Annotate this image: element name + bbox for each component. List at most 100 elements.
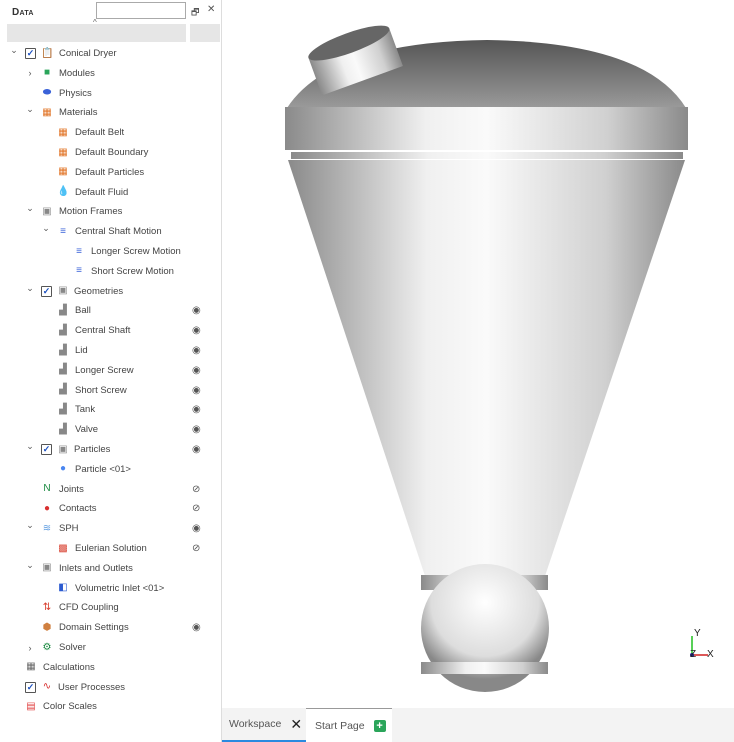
tab-start-page[interactable]: Start Page +: [306, 708, 392, 742]
material-icon: ▦: [58, 146, 68, 158]
tree-item[interactable]: ▦ Default Belt: [0, 123, 220, 142]
geometry-icon: ▟: [59, 364, 67, 376]
tree-item[interactable]: ⌄ ▣ Inlets and Outlets: [0, 559, 220, 578]
tab-bar: Workspace ✕ Start Page +: [222, 708, 734, 742]
user-processes-icon: ∿: [42, 681, 52, 693]
tree-item[interactable]: ⇅ CFD Coupling: [0, 598, 220, 617]
tree-item[interactable]: ⌄ ✓ 📋 Conical Dryer: [0, 44, 220, 63]
domain-settings-icon: ⬢: [42, 621, 52, 633]
tree-item[interactable]: ⌄ ≡ Central Shaft Motion: [0, 222, 220, 241]
eye-icon[interactable]: ◉: [192, 385, 201, 396]
3d-viewport[interactable]: [223, 0, 734, 708]
chevron-down-icon[interactable]: ⌄: [25, 441, 35, 452]
tree-item-label: Tank: [75, 404, 96, 416]
clipboard-icon: 📋: [41, 47, 54, 59]
tree-item[interactable]: ▟ Valve ◉: [0, 420, 220, 439]
tank-cone: [288, 160, 685, 576]
eye-icon[interactable]: ◉: [192, 365, 201, 376]
tree-item[interactable]: ▟ Ball ◉: [0, 301, 220, 320]
visibility-checkbox[interactable]: ✓: [41, 444, 52, 455]
tree-item[interactable]: ▦ Default Boundary: [0, 143, 220, 162]
chevron-down-icon[interactable]: ⌄: [25, 283, 35, 294]
tree-item[interactable]: ▟ Central Shaft ◉: [0, 321, 220, 340]
material-icon: ▦: [58, 126, 68, 138]
eye-icon[interactable]: ◉: [192, 622, 201, 633]
tree-item[interactable]: ▦ Default Particles: [0, 163, 220, 182]
eye-icon[interactable]: ◉: [192, 444, 201, 455]
tree-item[interactable]: ▟ Longer Screw ◉: [0, 361, 220, 380]
tree-item[interactable]: ⬢ Domain Settings ◉: [0, 618, 220, 637]
close-panel-icon[interactable]: ✕: [207, 4, 215, 15]
eye-icon[interactable]: ◉: [192, 345, 201, 356]
chevron-right-icon[interactable]: ›: [25, 68, 35, 78]
tree-item-label: CFD Coupling: [59, 602, 119, 614]
eye-icon[interactable]: ◉: [192, 424, 201, 435]
tree-item-label: Conical Dryer: [59, 48, 117, 59]
eye-icon[interactable]: ◉: [192, 523, 201, 534]
tab-label: Start Page: [315, 719, 365, 732]
chevron-down-icon[interactable]: ⌄: [9, 45, 19, 56]
eye-off-icon[interactable]: ⊘: [192, 503, 200, 514]
tree-item[interactable]: ▤ Color Scales: [0, 697, 220, 716]
tree-item[interactable]: ▩ Eulerian Solution ⊘: [0, 539, 220, 558]
tree-item[interactable]: ⌄ ▣ Motion Frames: [0, 202, 220, 221]
geometry-icon: ▟: [59, 384, 67, 396]
tab-workspace[interactable]: Workspace ✕: [222, 708, 306, 742]
search-input[interactable]: [96, 2, 186, 19]
calculations-icon: ▦: [26, 661, 36, 673]
tree-item-label: Central Shaft Motion: [75, 226, 162, 238]
tree-item[interactable]: ⌄ ≋ SPH ◉: [0, 519, 220, 538]
chevron-down-icon[interactable]: ⌄: [25, 560, 35, 571]
tree-item-label: Short Screw: [75, 384, 127, 396]
tree-item-label: Ball: [75, 305, 91, 317]
tree-item[interactable]: ✓ ∿ User Processes: [0, 678, 220, 697]
tree-item[interactable]: ◧ Volumetric Inlet <01>: [0, 579, 220, 598]
tree-item-label: Motion Frames: [59, 206, 123, 218]
eye-off-icon[interactable]: ⊘: [192, 543, 200, 554]
fluid-icon: 💧: [57, 186, 70, 198]
tree-item[interactable]: ▟ Tank ◉: [0, 400, 220, 419]
motion-frames-icon: ▣: [42, 205, 52, 217]
add-tab-icon[interactable]: +: [373, 719, 386, 732]
cfd-coupling-icon: ⇅: [42, 601, 52, 613]
chevron-down-icon[interactable]: ⌄: [25, 203, 35, 214]
tree-item[interactable]: ▦ Calculations: [0, 658, 220, 677]
tree-item[interactable]: ≡ Longer Screw Motion: [0, 242, 220, 261]
tree-item[interactable]: ● Contacts ⊘: [0, 499, 220, 518]
float-panel-icon[interactable]: 🗗: [191, 5, 199, 21]
tree-item[interactable]: 💧 Default Fluid: [0, 183, 220, 202]
chevron-down-icon[interactable]: ⌄: [25, 104, 35, 115]
visibility-checkbox[interactable]: ✓: [41, 285, 52, 297]
tree-item-label: Short Screw Motion: [91, 265, 174, 277]
chevron-right-icon[interactable]: ›: [25, 643, 35, 653]
visibility-checkbox[interactable]: ✓: [25, 681, 36, 693]
chevron-down-icon[interactable]: ⌄: [25, 520, 35, 531]
motion-icon: ≡: [76, 265, 82, 277]
chevron-down-icon[interactable]: ⌄: [41, 223, 51, 234]
tree-item-label: Default Boundary: [75, 147, 149, 158]
close-icon[interactable]: ✕: [290, 716, 302, 733]
tree-item[interactable]: ● Particle <01>: [0, 460, 220, 479]
tree-item[interactable]: ⌄ ▦ Materials: [0, 103, 220, 122]
visibility-checkbox[interactable]: ✓: [25, 48, 36, 59]
tree-item[interactable]: ⬬ Physics: [0, 84, 220, 103]
eye-icon[interactable]: ◉: [192, 305, 201, 316]
valve-ring-bottom: [421, 662, 548, 674]
eye-icon[interactable]: ◉: [192, 404, 201, 415]
particles-icon: ▣: [58, 443, 68, 455]
tree-item[interactable]: › ■ Modules: [0, 64, 220, 83]
tree-item[interactable]: N Joints ⊘: [0, 480, 220, 499]
eye-off-icon[interactable]: ⊘: [192, 484, 200, 495]
tree-item[interactable]: ⌄ ✓ ▣ Geometries: [0, 282, 220, 301]
material-icon: ▦: [58, 166, 68, 178]
tree-item[interactable]: ⌄ ✓ ▣ Particles ◉: [0, 440, 220, 459]
eye-icon[interactable]: ◉: [192, 325, 201, 336]
column-header-visibility[interactable]: [190, 24, 220, 42]
tree-item[interactable]: ▟ Lid ◉: [0, 341, 220, 360]
tree-item-label: User Processes: [58, 681, 126, 693]
tree-item-label: Default Fluid: [75, 186, 129, 198]
tree-item[interactable]: ≡ Short Screw Motion: [0, 262, 220, 281]
tree-item[interactable]: ▟ Short Screw ◉: [0, 381, 220, 400]
geometries-icon: ▣: [58, 285, 68, 297]
tree-item[interactable]: › ⚙ Solver: [0, 638, 220, 657]
